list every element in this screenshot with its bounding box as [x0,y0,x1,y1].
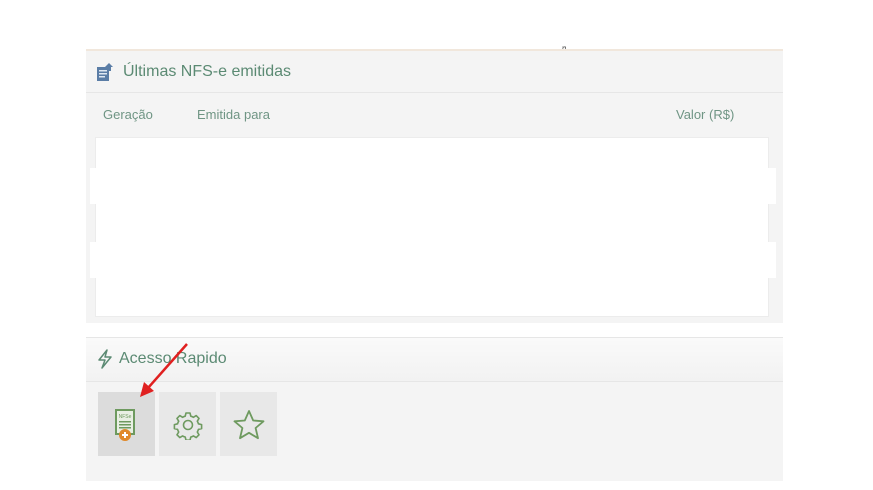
quick-access-panel: Acesso Rapido NFSe [86,337,783,481]
nfse-icon-text: NFSe [119,414,132,420]
column-header-emitida-para[interactable]: Emitida para [197,107,270,122]
nfse-table-body [95,137,769,317]
right-edge-block-1 [766,168,776,204]
quick-access-favorites-button[interactable] [220,392,277,456]
latest-nfse-header: Últimas NFS-e emitidas [86,51,783,93]
right-edge-block-2 [766,242,776,278]
star-icon [233,410,265,440]
column-header-geracao[interactable]: Geração [103,107,153,122]
latest-nfse-panel: Últimas NFS-e emitidas Geração Emitida p… [86,49,783,323]
quick-access-settings-button[interactable] [159,392,216,456]
gear-icon [173,412,203,440]
quick-access-header: Acesso Rapido [86,338,783,382]
lightning-icon [98,349,112,369]
document-upload-icon [97,63,113,81]
left-edge-block-2 [90,242,98,278]
nfse-add-icon: NFSe [115,409,135,441]
quick-access-title: Acesso Rapido [119,350,227,367]
latest-nfse-title: Últimas NFS-e emitidas [123,63,292,80]
left-edge-block-1 [90,168,98,204]
quick-access-nfse-button[interactable]: NFSe [98,392,155,456]
column-header-valor[interactable]: Valor (R$) [676,107,734,122]
